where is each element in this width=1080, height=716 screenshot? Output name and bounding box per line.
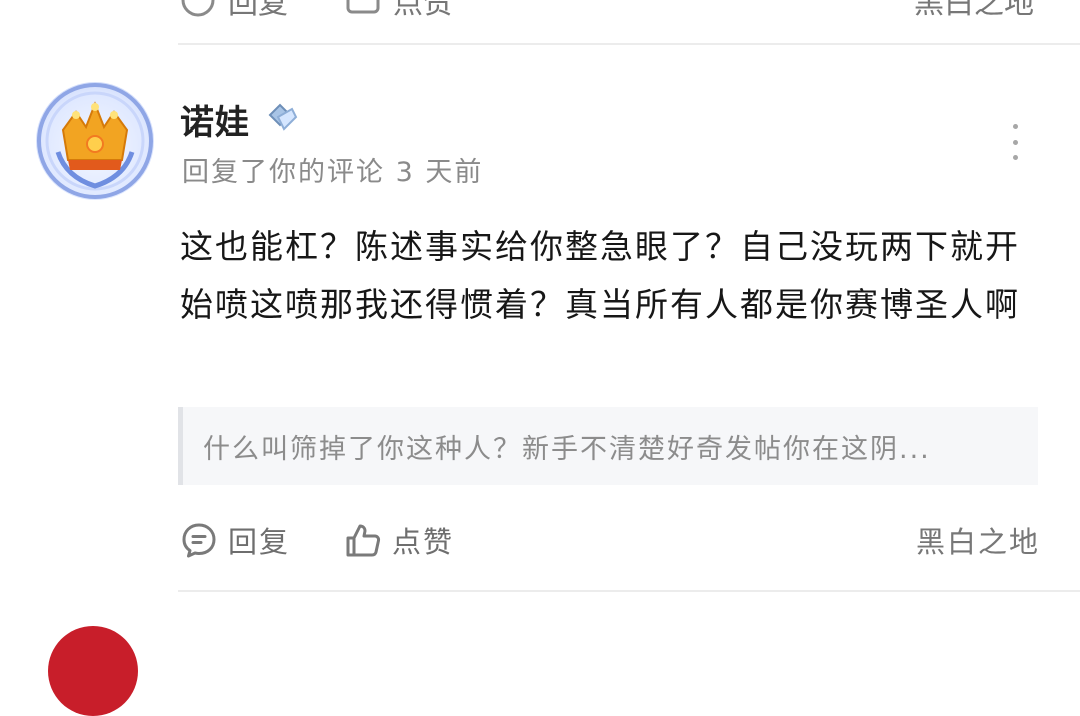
quoted-text: 什么叫筛掉了你这种人？新手不清楚好奇发帖你在这阴... <box>203 433 931 465</box>
next-comment-avatar[interactable] <box>48 626 138 716</box>
thumbs-up-icon <box>346 524 381 557</box>
comment-icon <box>181 0 215 17</box>
comment-actions: 回复 点赞 黑白之地 <box>180 518 1040 562</box>
like-label: 点赞 <box>392 525 455 559</box>
divider-bottom <box>178 590 1080 592</box>
prev-reply-label: 回复 <box>228 0 288 21</box>
reply-button[interactable]: 回复 <box>180 518 290 562</box>
prev-zone-link[interactable]: 黑白之地 <box>914 0 1034 22</box>
zone-label: 黑白之地 <box>915 525 1040 559</box>
comment-text: 这也能杠？陈述事实给你整急眼了？自己没玩两下就开始喷这喷那我还得惯着？真当所有人… <box>180 227 1020 324</box>
previous-comment-actions: 回复 点赞 黑白之地 <box>0 0 1080 45</box>
prev-like-button[interactable]: 点赞 <box>345 0 453 22</box>
prev-zone-label: 黑白之地 <box>914 0 1034 21</box>
divider-top <box>178 43 1080 45</box>
avatar-crown-icon <box>37 83 153 199</box>
username[interactable]: 诺娃 <box>180 95 250 144</box>
more-vertical-icon-dot <box>1012 124 1018 129</box>
like-button[interactable]: 点赞 <box>344 518 454 562</box>
more-vertical-icon-dot <box>1012 155 1018 160</box>
comment-meta: 回复了你的评论 3 天前 <box>182 157 484 188</box>
more-vertical-icon-dot <box>1012 139 1018 145</box>
badge-icon <box>268 103 298 131</box>
prev-like-label: 点赞 <box>393 0 453 21</box>
prev-reply-button[interactable]: 回复 <box>180 0 288 22</box>
zone-link[interactable]: 黑白之地 <box>916 518 1040 562</box>
quoted-comment[interactable]: 什么叫筛掉了你这种人？新手不清楚好奇发帖你在这阴... <box>178 407 1038 485</box>
thumbs-up-icon <box>346 0 380 14</box>
reply-label: 回复 <box>228 525 291 559</box>
comment-icon <box>182 523 216 558</box>
avatar[interactable] <box>36 82 154 200</box>
more-options-button[interactable] <box>1000 124 1030 160</box>
